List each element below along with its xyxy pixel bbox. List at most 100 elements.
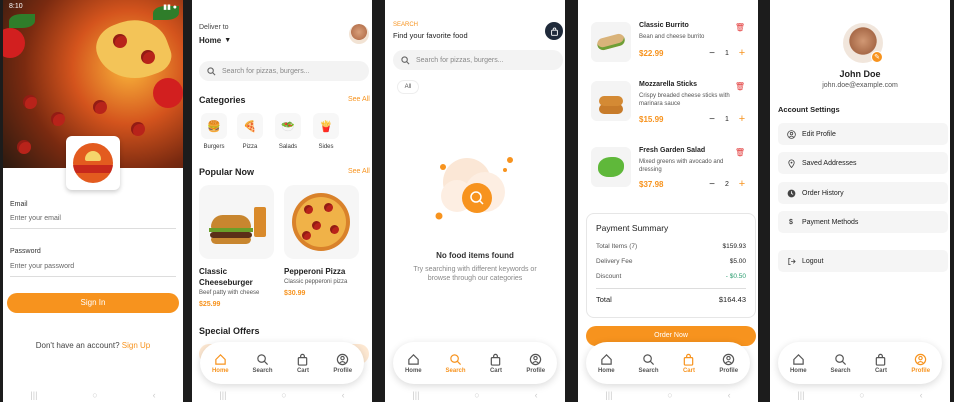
recents-icon[interactable]: ||| — [797, 390, 804, 400]
signup-link[interactable]: Sign Up — [122, 341, 150, 350]
bottom-tab-bar: Home Search Cart Profile — [393, 342, 557, 384]
item-name: Fresh Garden Salad — [639, 147, 706, 154]
home-circle-icon[interactable]: ○ — [859, 390, 864, 400]
quantity-value: 1 — [725, 115, 729, 123]
location-selector[interactable]: Home ▼ — [199, 36, 231, 45]
decrease-button[interactable]: − — [706, 179, 718, 190]
item-price: $22.99 — [639, 49, 664, 58]
home-circle-icon[interactable]: ○ — [281, 390, 286, 400]
password-label: Password — [10, 248, 41, 255]
increase-button[interactable]: + — [736, 178, 748, 190]
food-desc: Classic pepperoni pizza — [284, 279, 348, 285]
back-icon[interactable]: ‹ — [535, 390, 538, 400]
tab-home[interactable]: Home — [212, 353, 229, 374]
location-name: Home — [199, 36, 222, 45]
category-burgers[interactable]: 🍔 Burgers — [201, 113, 227, 150]
logout-button[interactable]: Logout — [778, 250, 948, 272]
food-name: Pepperoni Pizza — [284, 267, 346, 276]
tab-search[interactable]: Search — [253, 353, 273, 374]
recents-icon[interactable]: ||| — [219, 390, 226, 400]
recents-icon[interactable]: ||| — [30, 390, 37, 400]
tab-profile[interactable]: Profile — [719, 353, 738, 374]
discount-value: - $0.50 — [725, 273, 746, 280]
food-card[interactable]: Classic Cheeseburger Beef patty with che… — [199, 185, 274, 308]
empty-search-illustration — [435, 157, 513, 220]
summary-value: $5.00 — [729, 258, 746, 265]
tab-search[interactable]: Search — [831, 353, 851, 374]
deliver-to-label: Deliver to — [199, 24, 229, 31]
tab-label: Search — [830, 367, 851, 374]
recents-icon[interactable]: ||| — [605, 390, 612, 400]
food-card[interactable]: Pepperoni Pizza Classic pepperoni pizza … — [284, 185, 359, 297]
filter-chip-all[interactable]: All — [397, 80, 419, 94]
increase-button[interactable]: + — [736, 113, 748, 125]
increase-button[interactable]: + — [736, 47, 748, 59]
tab-profile[interactable]: Profile — [333, 353, 352, 374]
back-icon[interactable]: ‹ — [920, 390, 923, 400]
category-salads[interactable]: 🥗 Salads — [275, 113, 301, 150]
search-icon — [450, 353, 462, 365]
recents-icon[interactable]: ||| — [412, 390, 419, 400]
avatar[interactable] — [349, 24, 369, 44]
menu-edit-profile[interactable]: Edit Profile — [778, 123, 948, 145]
total-label: Total — [596, 295, 612, 304]
search-input[interactable]: Search for pizzas, burgers... — [393, 50, 563, 70]
password-field[interactable]: Enter your password — [10, 263, 176, 277]
popular-see-all-link[interactable]: See All — [348, 168, 370, 175]
category-pizza[interactable]: 🍕 Pizza — [237, 113, 263, 150]
summary-row: Delivery Fee $5.00 — [596, 258, 746, 265]
quantity-value: 1 — [725, 49, 729, 57]
cart-button[interactable] — [545, 22, 563, 40]
category-label: Sides — [318, 144, 334, 150]
menu-saved-addresses[interactable]: Saved Addresses — [778, 152, 948, 174]
decrease-button[interactable]: − — [706, 48, 718, 59]
edit-avatar-icon[interactable]: ✎ — [871, 51, 883, 63]
dollar-icon: $ — [789, 218, 793, 226]
item-name: Classic Burrito — [639, 22, 689, 29]
trash-icon[interactable]: 🗑 — [735, 23, 745, 32]
trash-icon[interactable]: 🗑 — [735, 148, 745, 157]
menu-order-history[interactable]: Order History — [778, 182, 948, 204]
tab-home[interactable]: Home — [790, 353, 807, 374]
tab-profile[interactable]: Profile — [911, 353, 930, 374]
tab-home[interactable]: Home — [598, 353, 615, 374]
search-icon — [257, 353, 269, 365]
back-icon[interactable]: ‹ — [728, 390, 731, 400]
email-label: Email — [10, 201, 28, 208]
summary-row: Discount - $0.50 — [596, 273, 746, 280]
tab-search[interactable]: Search — [446, 353, 466, 374]
menu-label: Edit Profile — [802, 130, 836, 138]
menu-payment-methods[interactable]: $ Payment Methods — [778, 211, 948, 233]
item-price: $37.98 — [639, 180, 664, 189]
tab-label: Cart — [874, 367, 887, 374]
food-name: Classic Cheeseburger — [199, 267, 253, 287]
tab-search[interactable]: Search — [639, 353, 659, 374]
decrease-button[interactable]: − — [706, 114, 718, 125]
search-input[interactable]: Search for pizzas, burgers... — [199, 61, 369, 81]
trash-icon[interactable]: 🗑 — [735, 82, 745, 91]
tab-profile[interactable]: Profile — [526, 353, 545, 374]
home-circle-icon[interactable]: ○ — [667, 390, 672, 400]
email-field[interactable]: Enter your email — [10, 215, 176, 229]
category-sides[interactable]: 🍟 Sides — [313, 113, 339, 150]
tab-home[interactable]: Home — [405, 353, 422, 374]
tab-cart[interactable]: Cart — [489, 353, 502, 374]
item-name: Mozzarella Sticks — [639, 81, 697, 88]
home-circle-icon[interactable]: ○ — [92, 390, 97, 400]
category-label: Burgers — [203, 144, 225, 150]
login-screen: 8:10 ▮▮ ● Email Enter your email Passwor… — [3, 0, 183, 402]
back-icon[interactable]: ‹ — [153, 390, 156, 400]
back-icon[interactable]: ‹ — [342, 390, 345, 400]
signin-button[interactable]: Sign In — [7, 293, 179, 313]
tab-cart[interactable]: Cart — [296, 353, 309, 374]
tab-cart[interactable]: Cart — [874, 353, 887, 374]
tab-cart[interactable]: Cart — [682, 353, 695, 374]
tab-label: Search — [638, 367, 659, 374]
menu-label: Payment Methods — [802, 218, 859, 226]
home-icon — [215, 353, 226, 365]
home-circle-icon[interactable]: ○ — [474, 390, 479, 400]
quantity-stepper: − 1 + — [706, 47, 748, 59]
popular-title: Popular Now — [199, 167, 255, 177]
burger-icon: 🍔 — [201, 113, 227, 139]
categories-see-all-link[interactable]: See All — [348, 96, 370, 103]
